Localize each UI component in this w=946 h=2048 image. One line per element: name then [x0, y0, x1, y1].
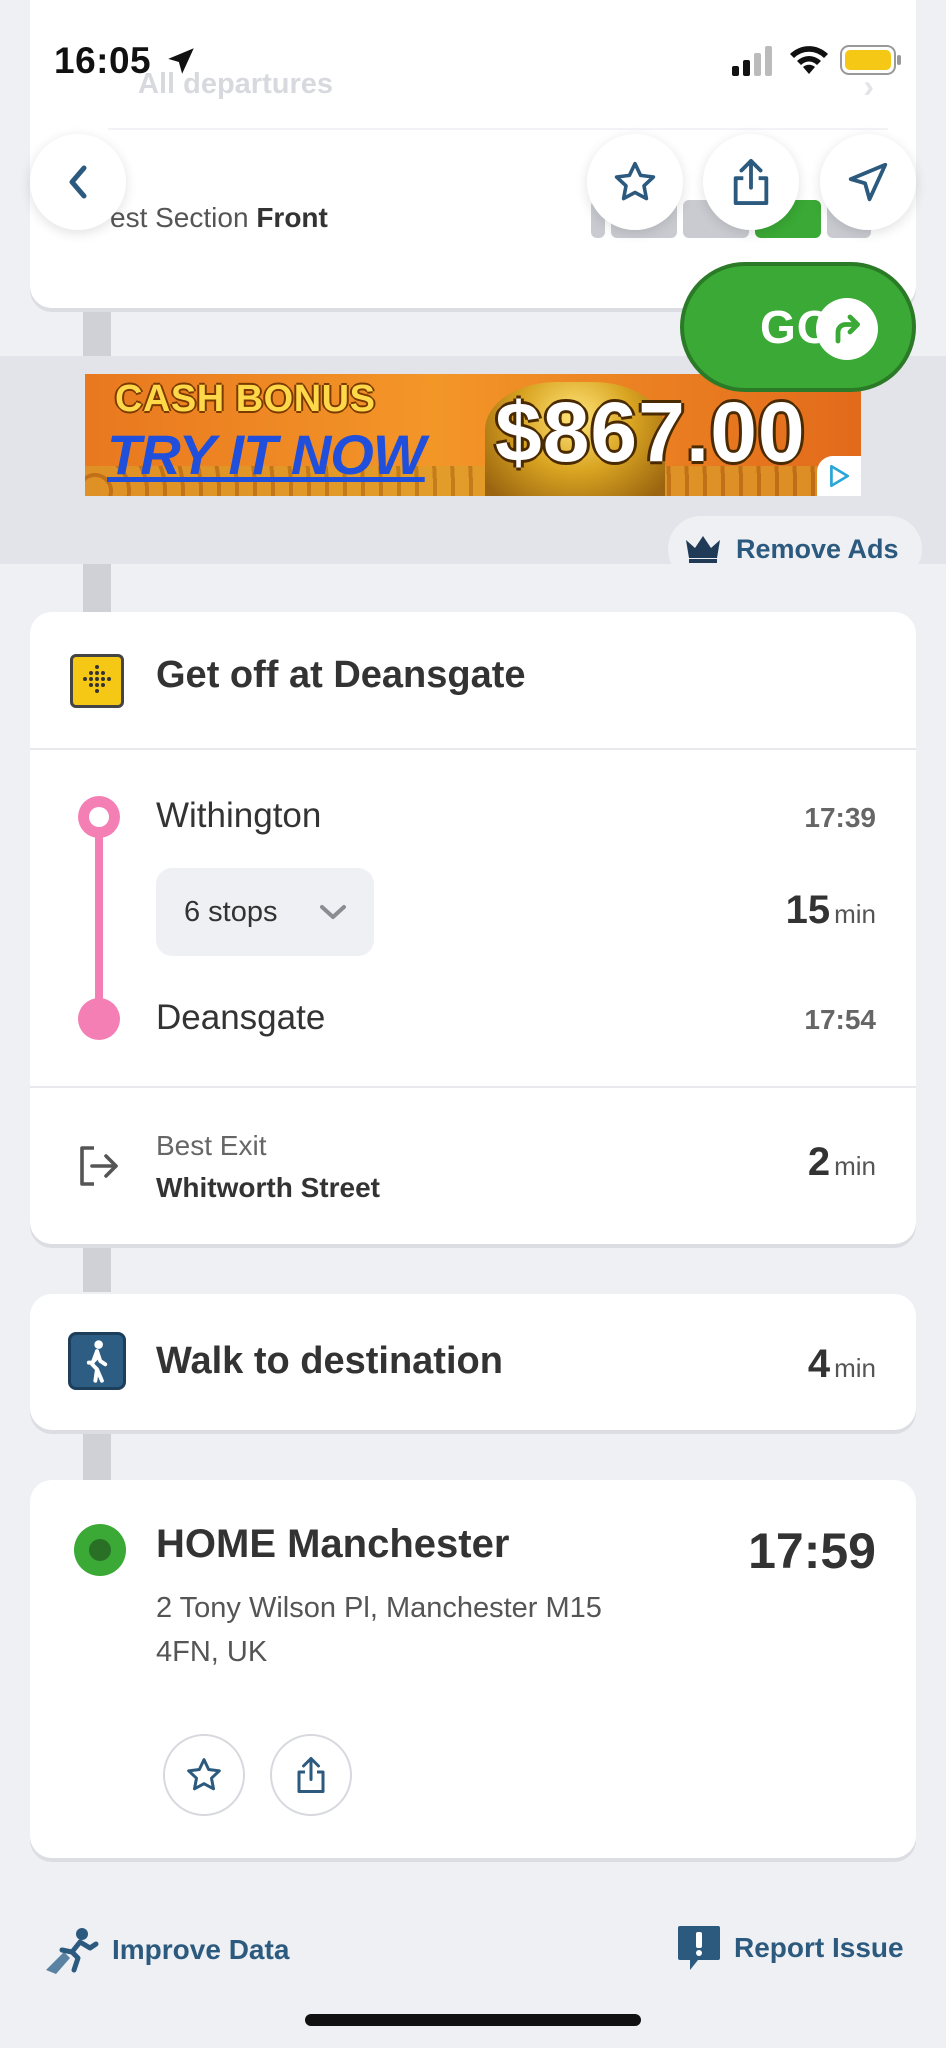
origin-stop-time: 17:39 — [804, 802, 876, 833]
walk-title: Walk to destination — [156, 1340, 503, 1382]
stops-toggle[interactable]: 6 stops — [156, 868, 374, 956]
crown-icon — [686, 536, 720, 563]
ad-banner[interactable]: CASH BONUS TRY IT NOW $867.00 — [85, 374, 861, 496]
origin-stop-marker — [78, 796, 120, 838]
ad-cta: TRY IT NOW — [107, 423, 426, 486]
exit-icon — [80, 1146, 118, 1186]
report-issue-label: Report Issue — [734, 1932, 904, 1963]
ad-headline: CASH BONUS — [115, 378, 376, 420]
turn-right-arrow-icon — [835, 314, 860, 344]
stops-label: 6 stops — [184, 895, 278, 928]
destination-stop-time: 17:54 — [804, 1004, 876, 1035]
play-triangle-icon — [830, 464, 850, 488]
origin-stop-name: Withington — [156, 796, 322, 835]
cellular-signal-icon — [732, 46, 772, 76]
wifi-icon — [790, 46, 828, 74]
destination-card: HOME Manchester 17:59 2 Tony Wilson Pl, … — [30, 1480, 916, 1858]
best-exit-value: Whitworth Street — [156, 1172, 380, 1203]
star-icon — [614, 161, 656, 201]
status-bar: 16:05 — [0, 0, 946, 120]
ride-duration: 15 min — [786, 888, 876, 933]
navigation-arrow-icon — [848, 162, 888, 202]
destination-stop-name: Deansgate — [156, 998, 326, 1037]
walking-person-icon — [68, 1332, 126, 1390]
ad-choices-icon[interactable] — [817, 456, 861, 496]
back-button[interactable] — [30, 134, 126, 230]
timeline-connector — [83, 1424, 111, 1482]
share-destination-button[interactable] — [270, 1734, 352, 1816]
status-time: 16:05 — [54, 40, 152, 81]
tram-icon — [70, 654, 124, 708]
destination-arrival-time: 17:59 — [748, 1523, 876, 1579]
destination-stop-marker — [78, 998, 120, 1040]
exit-duration-unit: min — [834, 1151, 876, 1181]
share-button[interactable] — [703, 134, 799, 230]
remove-ads-button[interactable]: Remove Ads — [668, 516, 922, 582]
divider — [30, 1086, 916, 1088]
divider — [30, 748, 916, 750]
get-off-title: Get off at Deansgate — [156, 654, 526, 696]
report-issue-link[interactable]: Report Issue — [676, 1924, 904, 1972]
exit-duration: 2 min — [808, 1140, 876, 1185]
location-arrow-icon — [168, 48, 194, 74]
best-section: est Section Front — [110, 202, 328, 234]
go-arrow-circle — [816, 298, 878, 360]
timeline-connector — [83, 560, 111, 616]
destination-marker-icon — [74, 1524, 126, 1576]
chevron-left-icon — [69, 165, 87, 199]
go-button[interactable]: GO — [680, 262, 916, 392]
home-indicator[interactable] — [305, 2014, 641, 2026]
pedestrian-icon — [86, 1340, 108, 1383]
best-exit-label: Best Exit — [156, 1130, 267, 1161]
share-icon — [733, 159, 769, 205]
report-exclamation-icon — [678, 1926, 720, 1970]
best-section-label: est Section — [110, 202, 249, 233]
share-icon — [297, 1757, 325, 1793]
chevron-down-icon — [319, 905, 346, 919]
tram-logo-pattern — [83, 665, 111, 693]
favorite-button[interactable] — [587, 134, 683, 230]
improve-data-label: Improve Data — [112, 1934, 290, 1965]
get-off-card: Get off at Deansgate Withington 17:39 6 … — [30, 612, 916, 1244]
walk-duration: 4 min — [808, 1342, 876, 1387]
walk-duration-value: 4 — [807, 1342, 831, 1386]
exit-duration-value: 2 — [807, 1140, 831, 1184]
superhero-icon — [46, 1928, 99, 1974]
navigate-button[interactable] — [820, 134, 916, 230]
battery-icon — [840, 45, 901, 75]
best-section-value: Front — [256, 202, 328, 233]
ride-duration-unit: min — [834, 899, 876, 929]
destination-address-line1: 2 Tony Wilson Pl, Manchester M15 — [156, 1592, 602, 1624]
tram-line-track — [95, 814, 103, 1014]
timeline-connector — [83, 300, 111, 360]
ad-amount: $867.00 — [495, 385, 806, 479]
walk-card[interactable]: Walk to destination 4 min — [30, 1294, 916, 1430]
walk-duration-unit: min — [834, 1353, 876, 1383]
ride-duration-value: 15 — [785, 888, 831, 932]
star-icon — [187, 1758, 221, 1791]
destination-address-line2: 4FN, UK — [156, 1636, 268, 1668]
save-destination-button[interactable] — [163, 1734, 245, 1816]
remove-ads-label: Remove Ads — [736, 533, 899, 564]
timeline-connector — [83, 1240, 111, 1292]
destination-name: HOME Manchester — [156, 1522, 510, 1566]
improve-data-link[interactable]: Improve Data — [42, 1924, 289, 1976]
